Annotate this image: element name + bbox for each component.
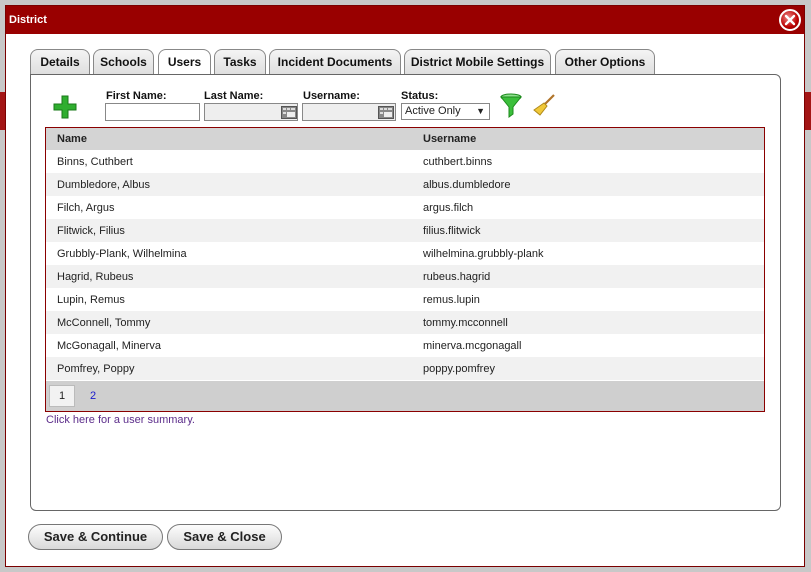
users-panel: First Name: Last Name: Username: Status:… <box>30 74 781 511</box>
table-row[interactable]: Dumbledore, Albus albus.dumbledore <box>46 173 764 196</box>
page-link-2[interactable]: 2 <box>90 390 96 402</box>
cell-name: Lupin, Remus <box>57 294 125 306</box>
username-label: Username: <box>303 90 360 102</box>
tab-users[interactable]: Users <box>158 49 211 76</box>
grid-header: Name Username <box>46 128 764 150</box>
table-row[interactable]: Pomfrey, Poppy poppy.pomfrey <box>46 357 764 380</box>
cell-username: remus.lupin <box>423 294 480 306</box>
tab-incident-documents[interactable]: Incident Documents <box>269 49 401 75</box>
district-dialog: District Details Schools Users Tasks Inc… <box>5 5 805 567</box>
table-row[interactable]: Filch, Argus argus.filch <box>46 196 764 219</box>
status-select[interactable]: Active Only ▼ <box>401 103 490 120</box>
cell-username: tommy.mcconnell <box>423 317 508 329</box>
cell-username: filius.flitwick <box>423 225 481 237</box>
table-row[interactable]: McConnell, Tommy tommy.mcconnell <box>46 311 764 334</box>
cell-name: Grubbly-Plank, Wilhelmina <box>57 248 187 260</box>
save-close-button[interactable]: Save & Close <box>167 524 282 550</box>
filter-funnel-icon[interactable] <box>499 93 523 122</box>
tab-other-options[interactable]: Other Options <box>555 49 655 75</box>
cell-username: albus.dumbledore <box>423 179 511 191</box>
cell-username: argus.filch <box>423 202 474 214</box>
chevron-down-icon: ▼ <box>476 106 485 116</box>
broom-icon[interactable] <box>532 93 556 120</box>
column-header-username[interactable]: Username <box>423 133 476 145</box>
last-name-label: Last Name: <box>204 90 264 102</box>
cell-name: Binns, Cuthbert <box>57 156 133 168</box>
cell-name: Dumbledore, Albus <box>57 179 150 191</box>
tab-district-mobile-settings[interactable]: District Mobile Settings <box>404 49 551 75</box>
cell-name: Pomfrey, Poppy <box>57 363 135 375</box>
cell-name: Flitwick, Filius <box>57 225 125 237</box>
cell-username: poppy.pomfrey <box>423 363 495 375</box>
lookup-icon[interactable] <box>281 106 297 119</box>
cell-username: wilhelmina.grubbly-plank <box>423 248 544 260</box>
column-header-name[interactable]: Name <box>57 133 87 145</box>
users-grid: Name Username Binns, Cuthbert cuthbert.bi… <box>45 127 765 412</box>
save-continue-button[interactable]: Save & Continue <box>28 524 163 550</box>
first-name-input[interactable] <box>105 103 200 121</box>
add-icon[interactable] <box>53 95 77 119</box>
cell-name: McGonagall, Minerva <box>57 340 161 352</box>
cell-name: Filch, Argus <box>57 202 115 214</box>
cell-username: minerva.mcgonagall <box>423 340 522 352</box>
background-header-right <box>805 92 811 130</box>
page-number-current: 1 <box>49 385 75 407</box>
table-row[interactable]: McGonagall, Minerva minerva.mcgonagall <box>46 334 764 357</box>
table-row[interactable]: Grubbly-Plank, Wilhelmina wilhelmina.grub… <box>46 242 764 265</box>
close-icon[interactable] <box>779 9 801 31</box>
dialog-title: District <box>9 14 47 26</box>
first-name-label: First Name: <box>106 90 167 102</box>
cell-username: cuthbert.binns <box>423 156 493 168</box>
cell-name: McConnell, Tommy <box>57 317 151 329</box>
cell-name: Hagrid, Rubeus <box>57 271 134 283</box>
status-label: Status: <box>401 90 439 102</box>
table-row[interactable]: Binns, Cuthbert cuthbert.binns <box>46 150 764 173</box>
grid-pager: 1 2 <box>46 381 764 411</box>
status-select-value: Active Only <box>405 105 461 117</box>
tab-schools[interactable]: Schools <box>93 49 154 75</box>
dialog-titlebar: District <box>6 6 804 34</box>
cell-username: rubeus.hagrid <box>423 271 491 283</box>
user-summary-link[interactable]: Click here for a user summary. <box>46 414 195 426</box>
lookup-icon[interactable] <box>378 106 394 119</box>
tab-tasks[interactable]: Tasks <box>214 49 266 75</box>
table-row[interactable]: Flitwick, Filius filius.flitwick <box>46 219 764 242</box>
table-row[interactable]: Hagrid, Rubeus rubeus.hagrid <box>46 265 764 288</box>
tab-details[interactable]: Details <box>30 49 90 75</box>
table-row[interactable]: Lupin, Remus remus.lupin <box>46 288 764 311</box>
